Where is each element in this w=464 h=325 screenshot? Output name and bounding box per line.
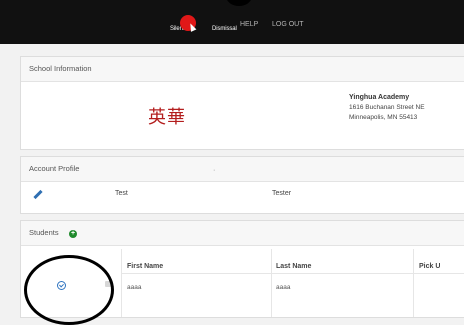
profile-separator: ·: [213, 167, 216, 174]
students-card-header: Students +: [21, 221, 464, 246]
column-divider: [413, 249, 414, 317]
school-city: Minneapolis, MN 55413: [349, 114, 418, 121]
header-row-divider: [121, 273, 464, 274]
students-header-label: Students: [29, 228, 59, 237]
school-street: 1616 Buchanan Street NE: [349, 104, 425, 111]
col-pickup[interactable]: Pick U: [419, 263, 440, 270]
col-last-name[interactable]: Last Name: [276, 263, 311, 270]
school-card-header: School Information: [21, 57, 464, 82]
school-address: Yinghua Academy 1616 Buchanan Street NE …: [349, 93, 425, 123]
school-logo: 英華: [148, 107, 186, 128]
help-link[interactable]: HELP: [240, 21, 258, 28]
profile-last-name: Tester: [272, 190, 292, 197]
student-first-name: aaaa: [127, 284, 142, 291]
edit-pencil-icon[interactable]: [33, 189, 43, 200]
logout-link[interactable]: LOG OUT: [272, 21, 304, 28]
profile-first-name: Test: [115, 190, 128, 197]
school-information-card: School Information 英華 Yinghua Academy 16…: [20, 56, 464, 150]
top-nav-bar: Silent Dismissal HELP LOG OUT: [0, 0, 464, 44]
student-last-name: aaaa: [276, 284, 291, 291]
profile-card-header: Account Profile: [21, 157, 464, 182]
add-student-icon[interactable]: +: [69, 230, 77, 238]
col-first-name[interactable]: First Name: [127, 263, 163, 270]
school-name: Yinghua Academy: [349, 94, 410, 101]
column-divider: [121, 249, 122, 317]
column-divider: [271, 249, 272, 317]
annotation-circle: [24, 255, 114, 325]
top-dark-blob: [226, 0, 252, 6]
account-profile-card: Account Profile · Test Tester: [20, 156, 464, 214]
brand-dismissal: Dismissal: [212, 26, 237, 32]
